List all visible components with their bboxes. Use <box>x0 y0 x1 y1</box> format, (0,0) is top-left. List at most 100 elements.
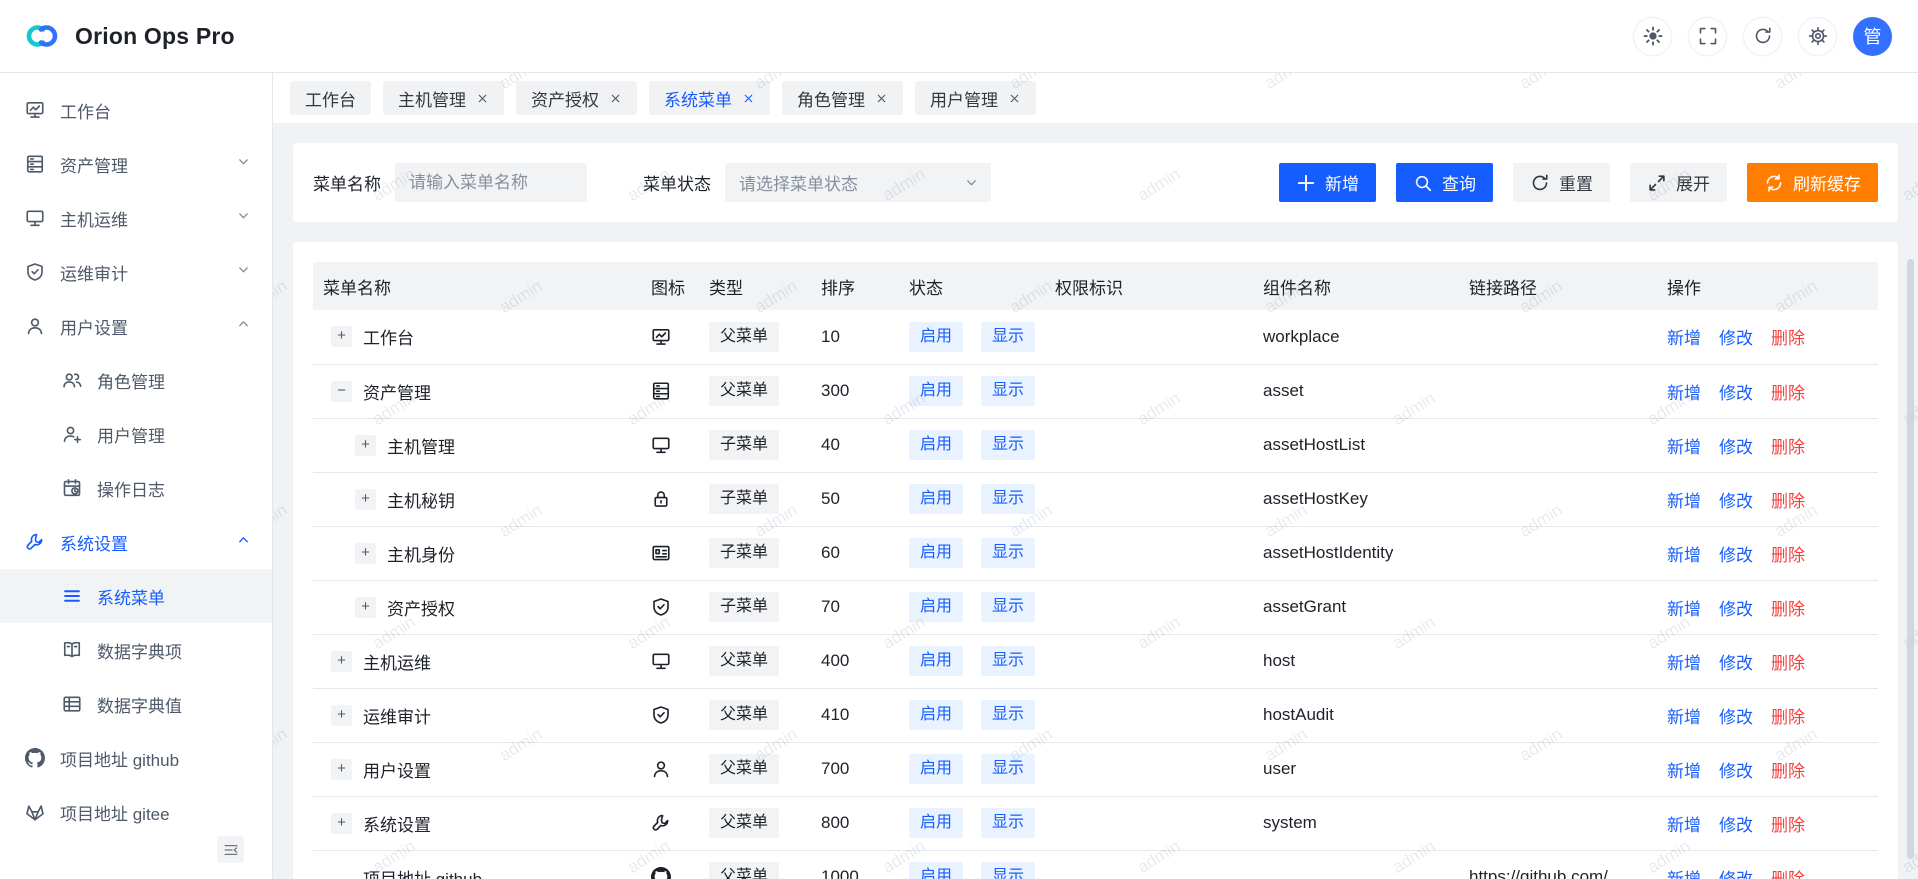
op-edit-link[interactable]: 修改 <box>1719 546 1753 565</box>
logo: Orion Ops Pro <box>22 19 235 53</box>
expand-row-button[interactable]: + <box>331 651 352 672</box>
tab-role-mgmt[interactable]: 角色管理 <box>782 81 903 115</box>
refresh-icon <box>1753 26 1773 46</box>
sidebar-item-ops-audit[interactable]: 运维审计 <box>0 245 272 299</box>
sidebar-item-workbench[interactable]: 工作台 <box>0 83 272 137</box>
op-add-link[interactable]: 新增 <box>1667 384 1701 403</box>
op-add-link[interactable]: 新增 <box>1667 438 1701 457</box>
add-button[interactable]: 新增 <box>1279 163 1376 202</box>
vertical-scrollbar[interactable] <box>1907 259 1914 859</box>
tab-close-icon[interactable] <box>476 92 489 105</box>
tab-close-icon[interactable] <box>1008 92 1021 105</box>
op-delete-link[interactable]: 删除 <box>1771 600 1805 619</box>
op-edit-link[interactable]: 修改 <box>1719 708 1753 727</box>
sidebar-item-github[interactable]: 项目地址 github <box>0 731 272 785</box>
op-edit-link[interactable]: 修改 <box>1719 870 1753 879</box>
expand-row-button[interactable]: + <box>355 597 376 618</box>
sidebar-item-host-ops[interactable]: 主机运维 <box>0 191 272 245</box>
user-icon <box>25 316 45 336</box>
visibility-tag: 显示 <box>981 808 1035 838</box>
tab-user-mgmt[interactable]: 用户管理 <box>915 81 1036 115</box>
op-delete-link[interactable]: 删除 <box>1771 762 1805 781</box>
op-add-link[interactable]: 新增 <box>1667 600 1701 619</box>
sidebar-item-dict-value[interactable]: 数据字典值 <box>0 677 272 731</box>
sidebar-item-system-menu[interactable]: 系统菜单 <box>0 569 272 623</box>
menu-status-placeholder: 请选择菜单状态 <box>739 170 858 195</box>
menu-idcard-icon <box>651 543 693 563</box>
op-add-link[interactable]: 新增 <box>1667 870 1701 879</box>
op-delete-link[interactable]: 删除 <box>1771 816 1805 835</box>
component-value: assetHostList <box>1255 418 1461 472</box>
sidebar-item-system-settings[interactable]: 系统设置 <box>0 515 272 569</box>
sidebar-item-label: 数据字典项 <box>97 638 256 663</box>
op-delete-link[interactable]: 删除 <box>1771 870 1805 879</box>
op-delete-link[interactable]: 删除 <box>1771 546 1805 565</box>
tool-icon <box>25 532 45 552</box>
fullscreen-button[interactable] <box>1688 17 1727 56</box>
table-row: + 资产授权 子菜单 70 启用显示 assetGrant 新增修改删除 <box>313 580 1878 634</box>
expand-row-button[interactable]: + <box>331 705 352 726</box>
query-button[interactable]: 查询 <box>1396 163 1493 202</box>
expand-row-button[interactable]: + <box>355 489 376 510</box>
tab-system-menu[interactable]: 系统菜单 <box>649 81 770 115</box>
sidebar-item-label: 工作台 <box>60 98 256 123</box>
collapse-row-button[interactable]: − <box>331 381 352 402</box>
sidebar-collapse-button[interactable] <box>217 836 244 863</box>
user-avatar[interactable]: 管 <box>1853 17 1892 56</box>
expand-button[interactable]: 展开 <box>1630 163 1727 202</box>
path-value <box>1461 472 1659 526</box>
refresh-button[interactable] <box>1743 17 1782 56</box>
op-add-link[interactable]: 新增 <box>1667 762 1701 781</box>
tab-close-icon[interactable] <box>609 92 622 105</box>
op-edit-link[interactable]: 修改 <box>1719 762 1753 781</box>
sidebar-item-user-settings[interactable]: 用户设置 <box>0 299 272 353</box>
op-delete-link[interactable]: 删除 <box>1771 329 1805 348</box>
sidebar-item-asset-mgmt[interactable]: 资产管理 <box>0 137 272 191</box>
sidebar-item-gitee[interactable]: 项目地址 gitee <box>0 785 272 839</box>
op-delete-link[interactable]: 删除 <box>1771 654 1805 673</box>
permission-value <box>1047 796 1255 850</box>
sidebar-item-role-mgmt[interactable]: 角色管理 <box>0 353 272 407</box>
op-edit-link[interactable]: 修改 <box>1719 329 1753 348</box>
op-add-link[interactable]: 新增 <box>1667 492 1701 511</box>
settings-button[interactable] <box>1798 17 1837 56</box>
expand-row-button[interactable]: + <box>331 326 352 347</box>
path-value <box>1461 364 1659 418</box>
expand-row-button[interactable]: + <box>355 435 376 456</box>
op-edit-link[interactable]: 修改 <box>1719 492 1753 511</box>
op-add-link[interactable]: 新增 <box>1667 708 1701 727</box>
expand-row-button[interactable]: + <box>331 759 352 780</box>
menu-name-input[interactable] <box>395 163 587 202</box>
tab-close-icon[interactable] <box>742 92 755 105</box>
sidebar-item-dict-item[interactable]: 数据字典项 <box>0 623 272 677</box>
op-edit-link[interactable]: 修改 <box>1719 438 1753 457</box>
component-value <box>1255 850 1461 879</box>
op-edit-link[interactable]: 修改 <box>1719 384 1753 403</box>
op-delete-link[interactable]: 删除 <box>1771 708 1805 727</box>
op-add-link[interactable]: 新增 <box>1667 654 1701 673</box>
op-add-link[interactable]: 新增 <box>1667 329 1701 348</box>
op-delete-link[interactable]: 删除 <box>1771 438 1805 457</box>
op-add-link[interactable]: 新增 <box>1667 816 1701 835</box>
status-tag: 启用 <box>909 646 963 676</box>
tab-close-icon[interactable] <box>875 92 888 105</box>
expand-row-button[interactable]: + <box>331 813 352 834</box>
op-edit-link[interactable]: 修改 <box>1719 816 1753 835</box>
tab-host-mgmt[interactable]: 主机管理 <box>383 81 504 115</box>
op-delete-link[interactable]: 删除 <box>1771 492 1805 511</box>
op-edit-link[interactable]: 修改 <box>1719 654 1753 673</box>
op-delete-link[interactable]: 删除 <box>1771 384 1805 403</box>
expand-row-button[interactable]: + <box>355 543 376 564</box>
refresh-cache-button[interactable]: 刷新缓存 <box>1747 163 1878 202</box>
op-edit-link[interactable]: 修改 <box>1719 600 1753 619</box>
sidebar-item-user-mgmt[interactable]: 用户管理 <box>0 407 272 461</box>
theme-button[interactable] <box>1633 17 1672 56</box>
tab-asset-grant[interactable]: 资产授权 <box>516 81 637 115</box>
column-header: 状态 <box>901 262 1047 310</box>
op-add-link[interactable]: 新增 <box>1667 546 1701 565</box>
tab-workbench[interactable]: 工作台 <box>290 81 371 115</box>
reset-button[interactable]: 重置 <box>1513 163 1610 202</box>
sidebar-item-op-log[interactable]: 操作日志 <box>0 461 272 515</box>
column-header: 排序 <box>813 262 901 310</box>
menu-status-select[interactable]: 请选择菜单状态 <box>725 163 991 202</box>
